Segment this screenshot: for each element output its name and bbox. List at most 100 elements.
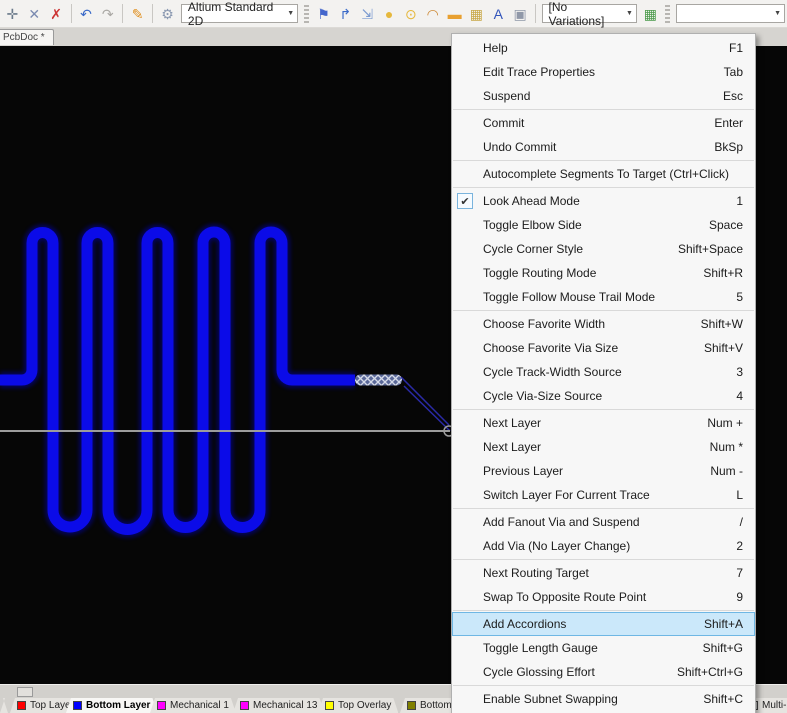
menu-item-shortcut: BkSp	[714, 140, 743, 154]
interactive-routing-icon[interactable]: ⚑	[313, 4, 334, 24]
view-configuration-dropdown-value: Altium Standard 2D	[188, 0, 282, 28]
menu-separator	[453, 559, 754, 560]
menu-item-label: Toggle Follow Mouse Trail Mode	[483, 290, 655, 304]
menu-item-label: Cycle Corner Style	[483, 242, 583, 256]
uncommitted-track-segment	[355, 375, 402, 386]
menu-item-undo-commit[interactable]: Undo CommitBkSp	[452, 135, 755, 159]
toolbar-drag-handle[interactable]	[304, 5, 309, 23]
layer-color-swatch	[157, 701, 166, 710]
menu-item-label: Previous Layer	[483, 464, 563, 478]
layer-tab-stub[interactable]	[0, 698, 8, 713]
toolbar-separator	[152, 4, 153, 23]
menu-separator	[453, 310, 754, 311]
toolbar-separator	[535, 4, 536, 23]
menu-item-look-ahead-mode[interactable]: ✔Look Ahead Mode1	[452, 189, 755, 213]
arc-icon[interactable]: ◠	[422, 4, 443, 24]
document-tab[interactable]: PcbDoc *	[0, 29, 54, 45]
menu-item-edit-trace-properties[interactable]: Edit Trace PropertiesTab	[452, 60, 755, 84]
cross-probe-icon[interactable]: ✗	[46, 4, 67, 24]
menu-item-cycle-glossing-effort[interactable]: Cycle Glossing Effort Shift+Ctrl+G	[452, 660, 755, 684]
menu-item-toggle-elbow-side[interactable]: Toggle Elbow Side Space	[452, 213, 755, 237]
layer-tab-mechanical-1[interactable]: Mechanical 1	[150, 698, 236, 713]
menu-item-swap-to-opposite-route-point[interactable]: Swap To Opposite Route Point9	[452, 585, 755, 609]
component-icon[interactable]: ▣	[510, 4, 531, 24]
menu-item-cycle-via-size-source[interactable]: Cycle Via-Size Source4	[452, 384, 755, 408]
menu-separator	[453, 187, 754, 188]
menu-item-label: Commit	[483, 116, 524, 130]
menu-separator	[453, 685, 754, 686]
menu-item-choose-favorite-via-size[interactable]: Choose Favorite Via SizeShift+V	[452, 336, 755, 360]
menu-item-label: Toggle Length Gauge	[483, 641, 598, 655]
menu-item-suspend[interactable]: SuspendEsc	[452, 84, 755, 108]
menu-item-shortcut: 4	[736, 389, 743, 403]
via-icon[interactable]: ⊙	[400, 4, 421, 24]
menu-item-switch-layer-for-current-trace[interactable]: Switch Layer For Current TraceL	[452, 483, 755, 507]
menu-item-label: Next Layer	[483, 440, 541, 454]
menu-item-toggle-length-gauge[interactable]: Toggle Length Gauge Shift+G	[452, 636, 755, 660]
extra-dropdown[interactable]: ▼	[676, 4, 785, 23]
scrollbar-thumb[interactable]	[17, 687, 33, 697]
lookahead-line	[401, 377, 449, 425]
menu-item-previous-layer[interactable]: Previous Layer Num -	[452, 459, 755, 483]
toolbar-separator	[71, 4, 72, 23]
route-arrow-icon[interactable]: ↱	[335, 4, 356, 24]
serpentine-trace	[0, 232, 355, 530]
preferences-icon[interactable]: ⚙	[157, 4, 178, 24]
menu-item-add-via-no-layer-change[interactable]: Add Via (No Layer Change) 2	[452, 534, 755, 558]
menu-item-add-accordions[interactable]: Add AccordionsShift+A	[452, 612, 755, 636]
menu-item-shortcut: 5	[736, 290, 743, 304]
variant-component-icon[interactable]: ▦	[640, 4, 661, 24]
menu-item-label: Cycle Glossing Effort	[483, 665, 595, 679]
menu-item-next-routing-target[interactable]: Next Routing Target7	[452, 561, 755, 585]
wand-icon[interactable]: ✎	[127, 4, 148, 24]
string-icon[interactable]: A	[488, 4, 509, 24]
menu-item-shortcut: Enter	[714, 116, 743, 130]
menu-item-shortcut: Space	[709, 218, 743, 232]
toolbar-drag-handle[interactable]	[665, 5, 670, 23]
menu-item-toggle-follow-mouse-trail-mode[interactable]: Toggle Follow Mouse Trail Mode 5	[452, 285, 755, 309]
variations-dropdown[interactable]: [No Variations]▼	[542, 4, 637, 23]
menu-item-toggle-routing-mode[interactable]: Toggle Routing Mode Shift+R	[452, 261, 755, 285]
polygon-pour-icon[interactable]: ▦	[466, 4, 487, 24]
menu-item-shortcut: Num -	[710, 464, 743, 478]
layer-tab-top-overlay[interactable]: Top Overlay	[318, 698, 398, 713]
menu-item-shortcut: Shift+G	[703, 641, 743, 655]
menu-item-shortcut: Num +	[707, 416, 743, 430]
fill-icon[interactable]: ▬	[444, 4, 465, 24]
menu-item-shortcut: Shift+W	[701, 317, 743, 331]
menu-item-shortcut: /	[740, 515, 743, 529]
menu-item-shortcut: Tab	[724, 65, 743, 79]
menu-item-next-layer[interactable]: Next LayerNum *	[452, 435, 755, 459]
redo-icon[interactable]: ↷	[97, 4, 118, 24]
menu-item-cycle-corner-style[interactable]: Cycle Corner StyleShift+Space	[452, 237, 755, 261]
layer-color-swatch	[325, 701, 334, 710]
menu-item-autocomplete-segments-to-target-ctrl-click[interactable]: Autocomplete Segments To Target (Ctrl+Cl…	[452, 162, 755, 186]
lookahead-line	[404, 386, 450, 431]
menu-item-enable-subnet-swapping[interactable]: Enable Subnet SwappingShift+C	[452, 687, 755, 711]
menu-item-add-fanout-via-and-suspend[interactable]: Add Fanout Via and Suspend/	[452, 510, 755, 534]
menu-item-label: Toggle Routing Mode	[483, 266, 596, 280]
menu-item-label: Cycle Track-Width Source	[483, 365, 622, 379]
layer-tab-bottom-layer[interactable]: Bottom Layer	[66, 698, 157, 713]
layer-color-swatch	[17, 701, 26, 710]
menu-item-label: Toggle Elbow Side	[483, 218, 582, 232]
break-connection-icon[interactable]: ✕	[24, 4, 45, 24]
menu-item-cycle-track-width-source[interactable]: Cycle Track-Width Source3	[452, 360, 755, 384]
menu-item-shortcut: 2	[736, 539, 743, 553]
menu-item-help[interactable]: HelpF1	[452, 36, 755, 60]
menu-item-commit[interactable]: Commit Enter	[452, 111, 755, 135]
menu-item-next-layer[interactable]: Next LayerNum +	[452, 411, 755, 435]
view-configuration-dropdown[interactable]: Altium Standard 2D▼	[181, 4, 298, 23]
checkmark-icon: ✔	[457, 193, 473, 209]
menu-item-choose-favorite-width[interactable]: Choose Favorite WidthShift+W	[452, 312, 755, 336]
cursor-cross-icon[interactable]: ✛	[2, 4, 23, 24]
chevron-down-icon: ▼	[774, 10, 781, 17]
layer-tab-mechanical-13[interactable]: Mechanical 13	[233, 698, 324, 713]
routing-context-menu: HelpF1Edit Trace PropertiesTabSuspendEsc…	[451, 33, 756, 713]
differential-pair-routing-icon[interactable]: ⇲	[357, 4, 378, 24]
menu-item-shortcut: Shift+R	[703, 266, 743, 280]
pad-icon[interactable]: ●	[379, 4, 400, 24]
menu-item-label: Add Via (No Layer Change)	[483, 539, 630, 553]
menu-item-shortcut: Shift+Ctrl+G	[677, 665, 743, 679]
undo-icon[interactable]: ↶	[76, 4, 97, 24]
